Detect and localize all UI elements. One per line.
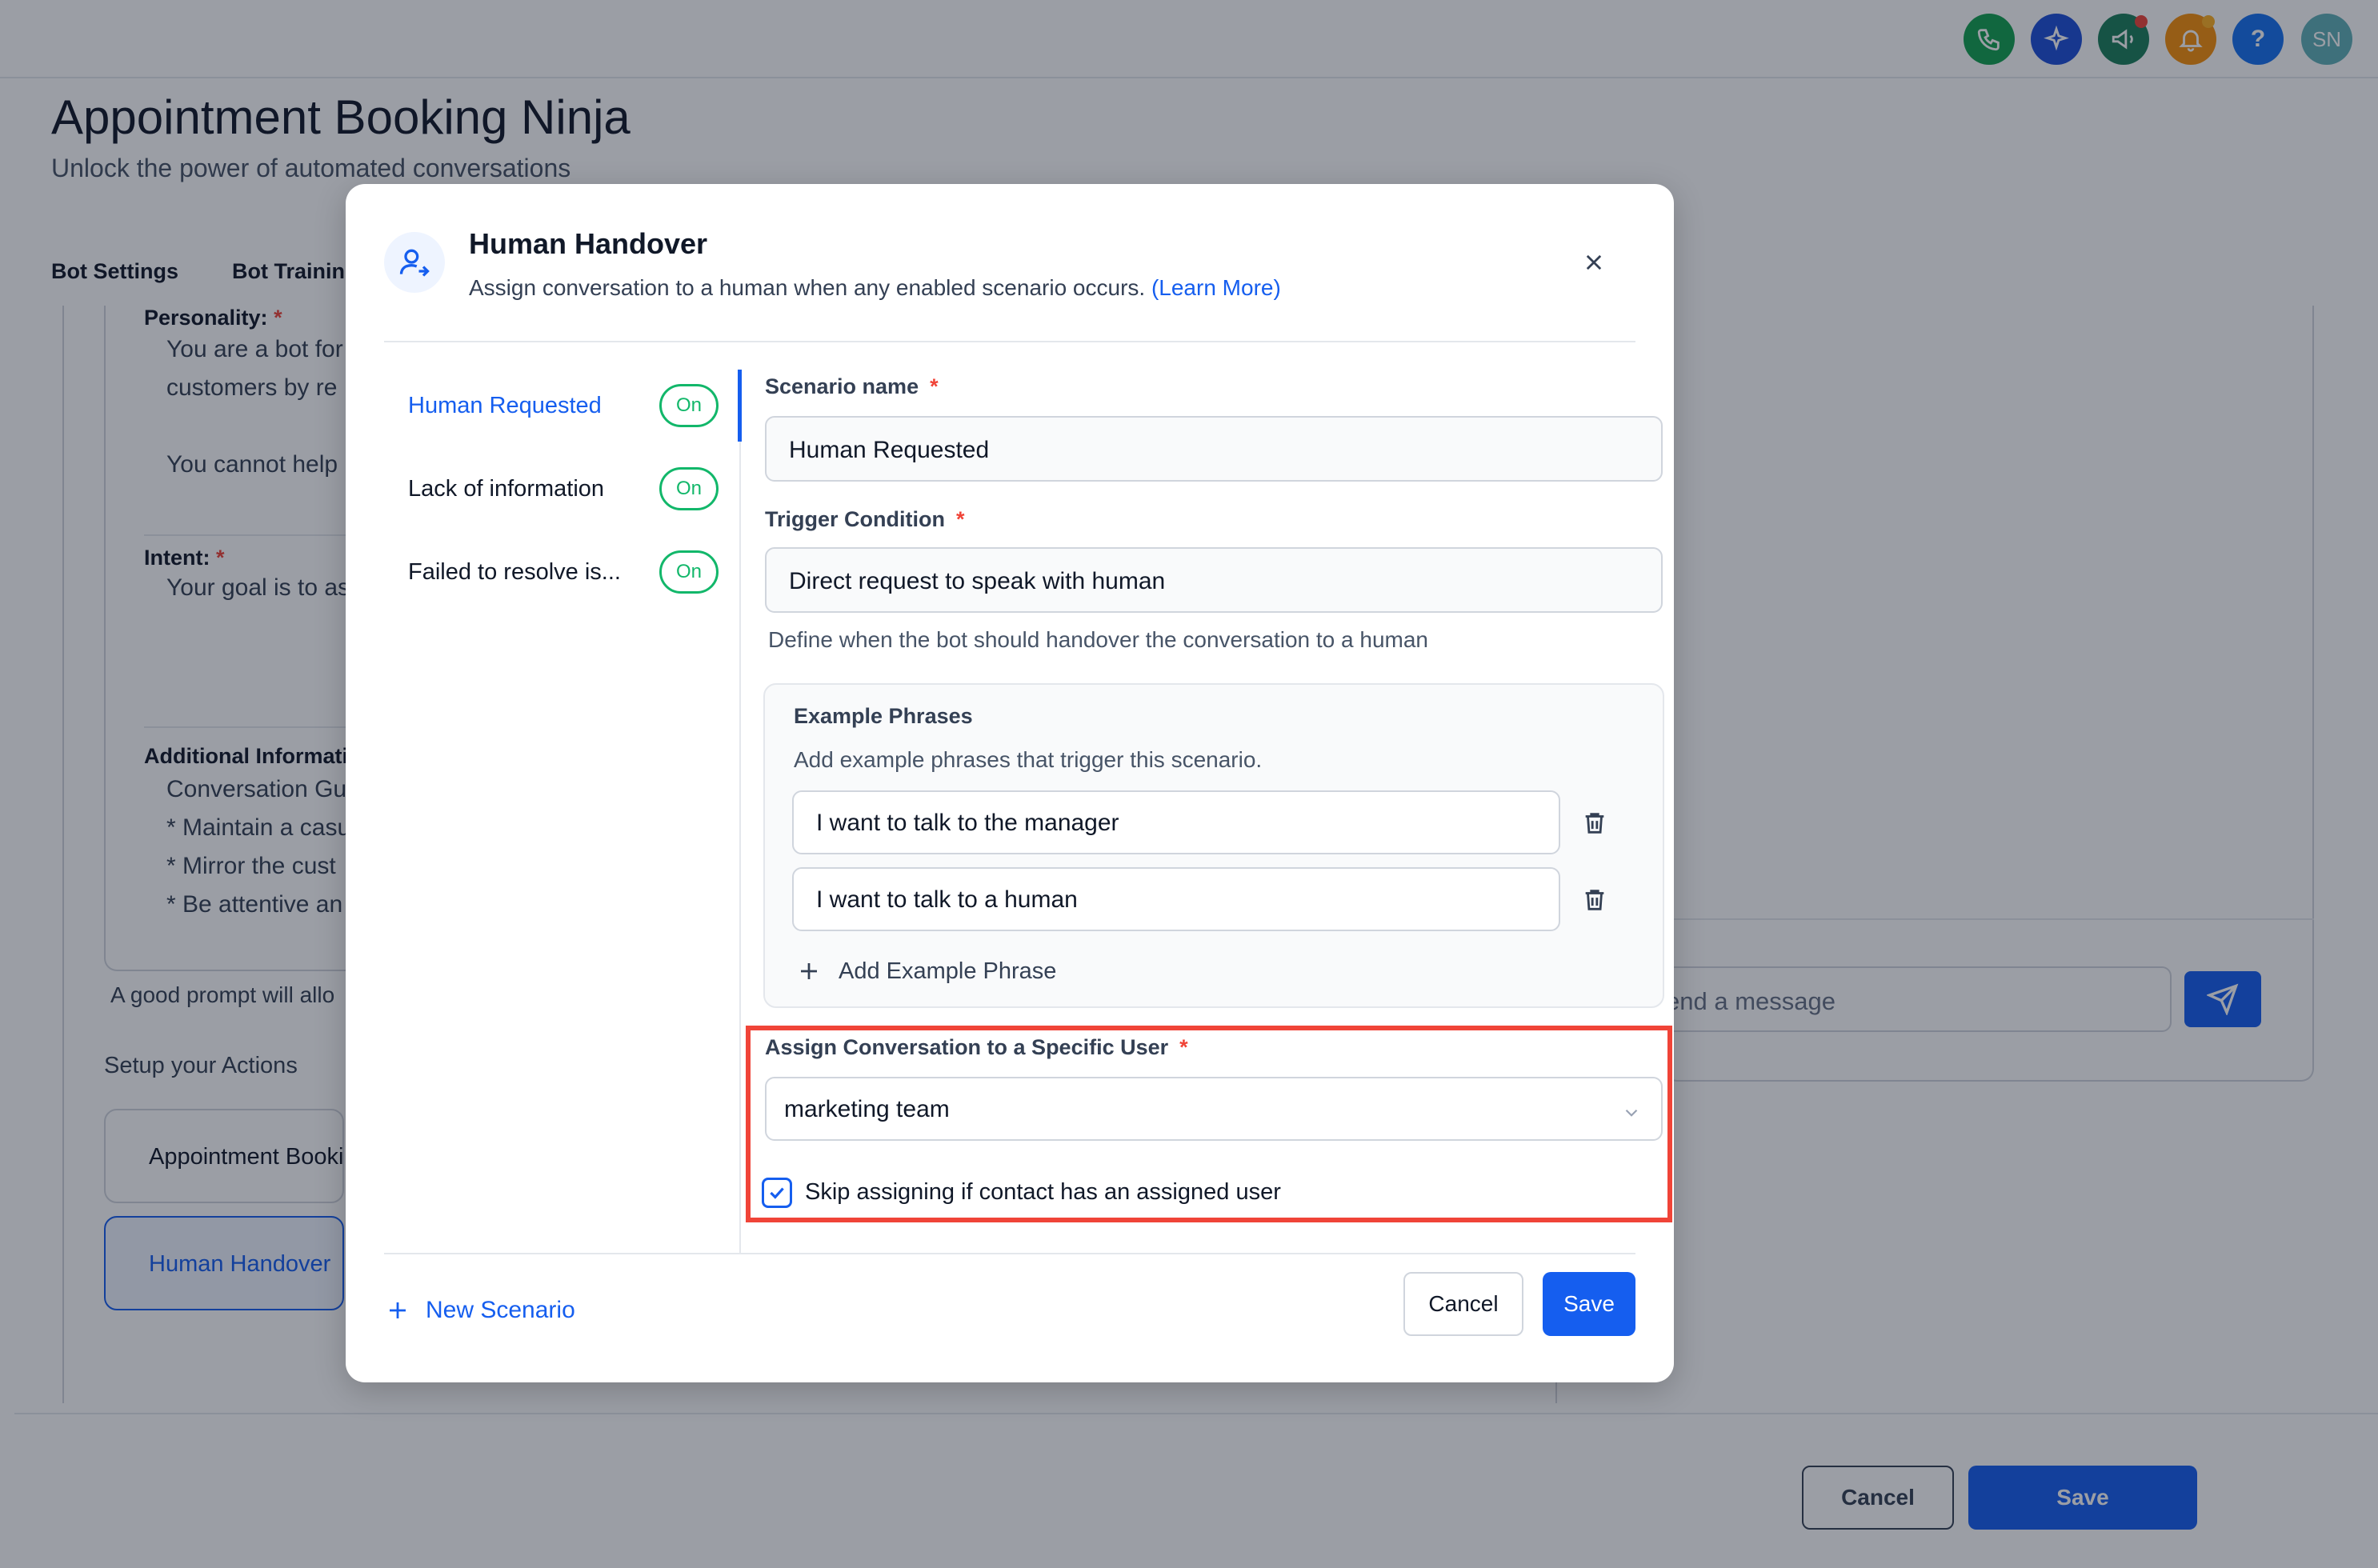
divider — [739, 370, 741, 1253]
new-scenario-label: New Scenario — [426, 1297, 575, 1323]
human-handover-modal: Human Handover Assign conversation to a … — [346, 184, 1674, 1382]
delete-phrase-button[interactable] — [1576, 882, 1613, 918]
trash-icon — [1585, 890, 1604, 910]
chevron-down-icon — [1625, 1109, 1638, 1117]
learn-more-link[interactable]: (Learn More) — [1151, 275, 1281, 300]
skip-assign-label[interactable]: Skip assigning if contact has an assigne… — [805, 1179, 1281, 1206]
example-phrase-input[interactable]: I want to talk to a human — [792, 867, 1560, 931]
new-scenario-button[interactable]: New Scenario — [386, 1293, 575, 1328]
active-indicator — [738, 370, 742, 442]
example-phrase-input[interactable]: I want to talk to the manager — [792, 790, 1560, 854]
close-icon — [1586, 254, 1602, 270]
scenario-name-input[interactable]: Human Requested — [765, 416, 1663, 482]
example-phrases-title: Example Phrases — [794, 704, 973, 728]
modal-subtitle: Assign conversation to a human when any … — [469, 275, 1281, 301]
skip-assign-checkbox[interactable] — [762, 1178, 792, 1208]
trigger-condition-input[interactable]: Direct request to speak with human — [765, 547, 1663, 613]
cancel-button[interactable]: Cancel — [1403, 1272, 1523, 1336]
divider — [384, 1253, 1635, 1254]
status-badge[interactable]: On — [659, 550, 719, 594]
assign-user-label: Assign Conversation to a Specific User * — [765, 1035, 1188, 1059]
close-button[interactable] — [1576, 245, 1611, 280]
add-example-phrase-label: Add Example Phrase — [839, 958, 1057, 984]
delete-phrase-button[interactable] — [1576, 805, 1613, 842]
add-example-phrase-button[interactable]: Add Example Phrase — [797, 954, 1056, 989]
scenario-name-label: Scenario name * — [765, 374, 939, 398]
plus-icon — [801, 963, 817, 979]
check-icon — [770, 1187, 784, 1199]
status-badge[interactable]: On — [659, 384, 719, 427]
modal-title: Human Handover — [469, 227, 708, 260]
assign-user-select[interactable]: marketing team — [765, 1077, 1663, 1141]
save-button[interactable]: Save — [1543, 1272, 1635, 1336]
status-badge[interactable]: On — [659, 467, 719, 510]
assign-user-value: marketing team — [784, 1096, 950, 1122]
example-phrases-subtitle: Add example phrases that trigger this sc… — [794, 747, 1263, 772]
user-handover-icon — [384, 232, 445, 293]
modal-subtitle-text: Assign conversation to a human when any … — [469, 275, 1146, 300]
plus-icon — [390, 1302, 406, 1318]
trigger-condition-label: Trigger Condition * — [765, 507, 965, 531]
trigger-help-text: Define when the bot should handover the … — [768, 627, 1429, 652]
trash-icon — [1585, 813, 1604, 834]
divider — [384, 341, 1635, 342]
